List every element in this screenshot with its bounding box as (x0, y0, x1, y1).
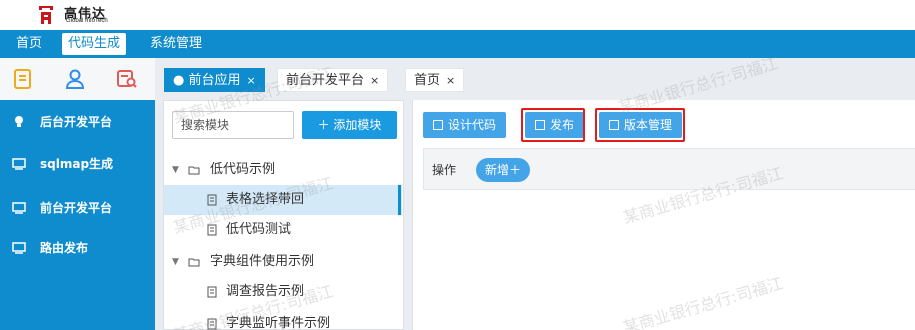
header: 高伟达 Global InfoTech (0, 0, 915, 30)
tree-scrollbar[interactable] (398, 185, 401, 215)
monitor-icon (12, 242, 26, 254)
nav-system-management[interactable]: 系统管理 (144, 33, 208, 55)
nav-code-generation[interactable]: 代码生成 (62, 33, 127, 55)
user-icon[interactable] (64, 68, 86, 90)
sidebar-item-route-publish[interactable]: 路由发布 (0, 228, 155, 268)
monitor-icon (12, 158, 26, 170)
tree-file-node[interactable]: 表格选择带回 (164, 185, 402, 215)
lightbulb-icon (15, 116, 23, 127)
version-highlight-box (595, 108, 685, 142)
sidebar-item-label: 前台开发平台 (40, 201, 113, 215)
close-icon[interactable]: × (446, 74, 455, 87)
tree-file-node[interactable]: 调查报告示例 (164, 277, 402, 307)
close-icon[interactable]: × (247, 74, 256, 87)
tab-label: 前台开发平台 (286, 73, 365, 88)
quick-icon-strip (0, 58, 155, 100)
design-code-button[interactable]: 设计代码 (423, 112, 507, 138)
tab-frontend-app[interactable]: ● 前台应用 × (164, 68, 265, 92)
tree-node-label: 低代码示例 (210, 162, 276, 177)
tab-home[interactable]: 首页 × (405, 68, 465, 92)
tree-file-node[interactable]: 低代码测试 (164, 215, 402, 245)
tree-file-node[interactable]: 字典监听事件示例 (164, 309, 402, 330)
folder-icon (188, 166, 200, 175)
close-icon[interactable]: × (370, 74, 379, 87)
search-document-icon[interactable] (116, 68, 138, 90)
operations-bar: 操作 新增＋ (423, 148, 915, 190)
file-icon (207, 286, 217, 298)
sidebar-item-label: 后台开发平台 (40, 115, 113, 129)
sidebar-item-backend-dev-platform[interactable]: 后台开发平台 (0, 102, 155, 142)
add-new-button[interactable]: 新增＋ (476, 158, 531, 182)
company-logo-icon (36, 5, 56, 25)
document-icon[interactable] (12, 68, 34, 90)
nav-home[interactable]: 首页 (10, 33, 48, 55)
sidebar: 后台开发平台 sqlmap生成 前台开发平台 路由发布 (0, 100, 155, 330)
top-navbar: 首页 代码生成 系统管理 (0, 30, 915, 58)
tree-node-label: 字典监听事件示例 (226, 316, 331, 330)
tree-node-label: 调查报告示例 (226, 284, 305, 299)
tree-node-label: 表格选择带回 (226, 192, 305, 207)
tab-label: 前台应用 (188, 73, 241, 88)
add-module-button[interactable]: ＋ 添加模块 (302, 111, 397, 139)
tree-folder-node[interactable]: ▼ 字典组件使用示例 (164, 247, 402, 277)
tree-node-label: 字典组件使用示例 (210, 254, 315, 269)
tab-label: 首页 (414, 73, 441, 88)
sidebar-item-sqlmap[interactable]: sqlmap生成 (0, 144, 155, 184)
caret-down-icon[interactable]: ▼ (172, 247, 179, 277)
monitor-icon (12, 202, 26, 214)
tree-folder-node[interactable]: ▼ 低代码示例 (164, 155, 402, 185)
tab-active-dot: ● (173, 73, 185, 88)
operations-label: 操作 (432, 163, 457, 177)
file-icon (207, 194, 217, 206)
caret-down-icon[interactable]: ▼ (172, 155, 179, 185)
tab-frontend-dev-platform[interactable]: 前台开发平台 × (277, 68, 389, 92)
button-label: 设计代码 (448, 118, 497, 132)
sidebar-item-frontend-dev-platform[interactable]: 前台开发平台 (0, 188, 155, 228)
edit-icon (433, 120, 443, 130)
publish-highlight-box (521, 108, 585, 142)
file-icon (207, 224, 217, 236)
module-search-input[interactable] (172, 111, 294, 139)
sidebar-item-label: sqlmap生成 (40, 157, 114, 171)
folder-icon (188, 258, 200, 267)
sidebar-item-label: 路由发布 (40, 241, 89, 255)
file-icon (207, 318, 217, 330)
module-tree-panel: ＋ 添加模块 ▼ 低代码示例 表格选择带回 低代码测试 ▼ 字典组件使用示例 调… (163, 100, 404, 330)
company-name-en: Global InfoTech (66, 18, 108, 24)
tree-node-label: 低代码测试 (226, 222, 292, 237)
content-panel: 设计代码 发布 版本管理 操作 新增＋ (412, 100, 915, 330)
